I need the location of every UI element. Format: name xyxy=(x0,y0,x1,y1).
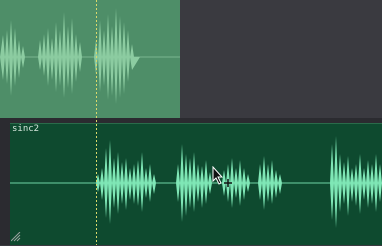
resize-grip-icon[interactable] xyxy=(11,232,21,242)
clip-name-label: sinc2 xyxy=(12,124,40,134)
waveform-lower-path xyxy=(96,136,382,228)
track-upper-empty-area[interactable] xyxy=(180,0,382,118)
waveform-upper xyxy=(0,8,180,104)
arrow-with-crosshair-icon xyxy=(212,166,232,187)
playhead-line[interactable] xyxy=(96,0,97,245)
waveform-upper-path xyxy=(0,8,140,104)
audio-clip-upper[interactable] xyxy=(0,0,181,118)
audio-clip-lower[interactable] xyxy=(10,123,382,245)
timeline: sinc2 xyxy=(0,0,382,245)
waveform-lower xyxy=(10,136,382,228)
